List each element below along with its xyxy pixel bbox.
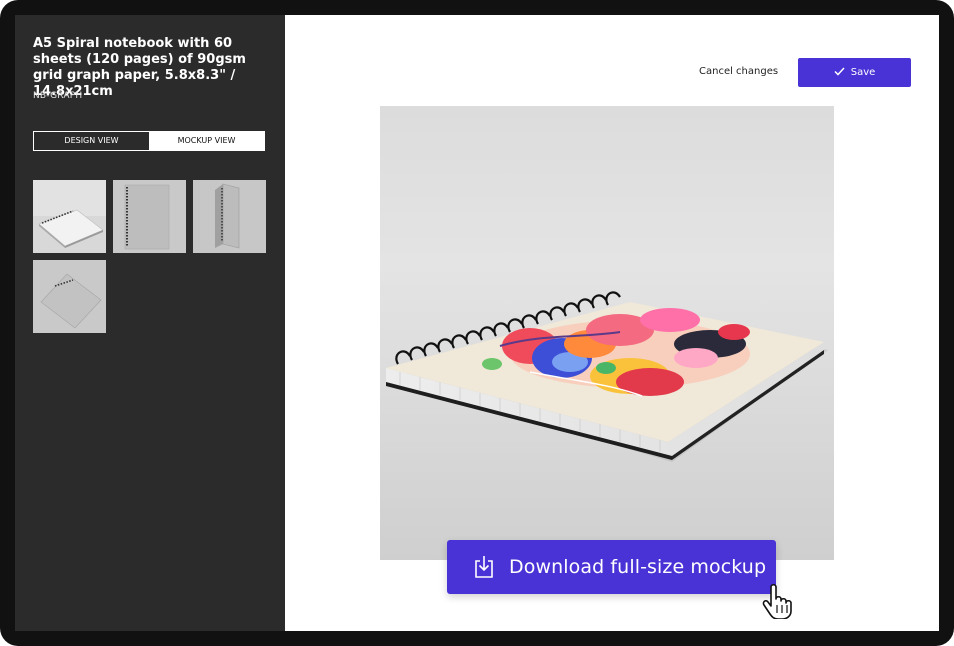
thumbnail-angle-view[interactable] bbox=[33, 180, 106, 253]
tab-design-view[interactable]: DESIGN VIEW bbox=[34, 132, 149, 150]
download-label: Download full-size mockup bbox=[509, 556, 767, 578]
app-screen: A5 Spiral notebook with 60 sheets (120 p… bbox=[15, 15, 939, 631]
download-icon bbox=[473, 555, 495, 579]
sidebar: A5 Spiral notebook with 60 sheets (120 p… bbox=[15, 15, 285, 631]
mockup-preview-image bbox=[380, 106, 834, 560]
thumbnail-front-view[interactable] bbox=[113, 180, 186, 253]
product-sku: NB-GRAPH bbox=[33, 91, 83, 101]
thumbnail-side-view[interactable] bbox=[193, 180, 266, 253]
save-label: Save bbox=[850, 67, 876, 78]
view-toggle: DESIGN VIEW MOCKUP VIEW bbox=[33, 131, 265, 151]
save-button[interactable]: Save bbox=[798, 58, 911, 87]
check-icon bbox=[834, 66, 845, 79]
cancel-changes-link[interactable]: Cancel changes bbox=[699, 66, 778, 77]
tab-mockup-view[interactable]: MOCKUP VIEW bbox=[149, 132, 264, 150]
download-mockup-button[interactable]: Download full-size mockup bbox=[447, 540, 776, 594]
device-frame: A5 Spiral notebook with 60 sheets (120 p… bbox=[0, 0, 954, 646]
thumbnail-top-view[interactable] bbox=[33, 260, 106, 333]
main-panel: Cancel changes Save Download full-size m… bbox=[285, 15, 939, 631]
hand-cursor-icon bbox=[761, 583, 795, 620]
